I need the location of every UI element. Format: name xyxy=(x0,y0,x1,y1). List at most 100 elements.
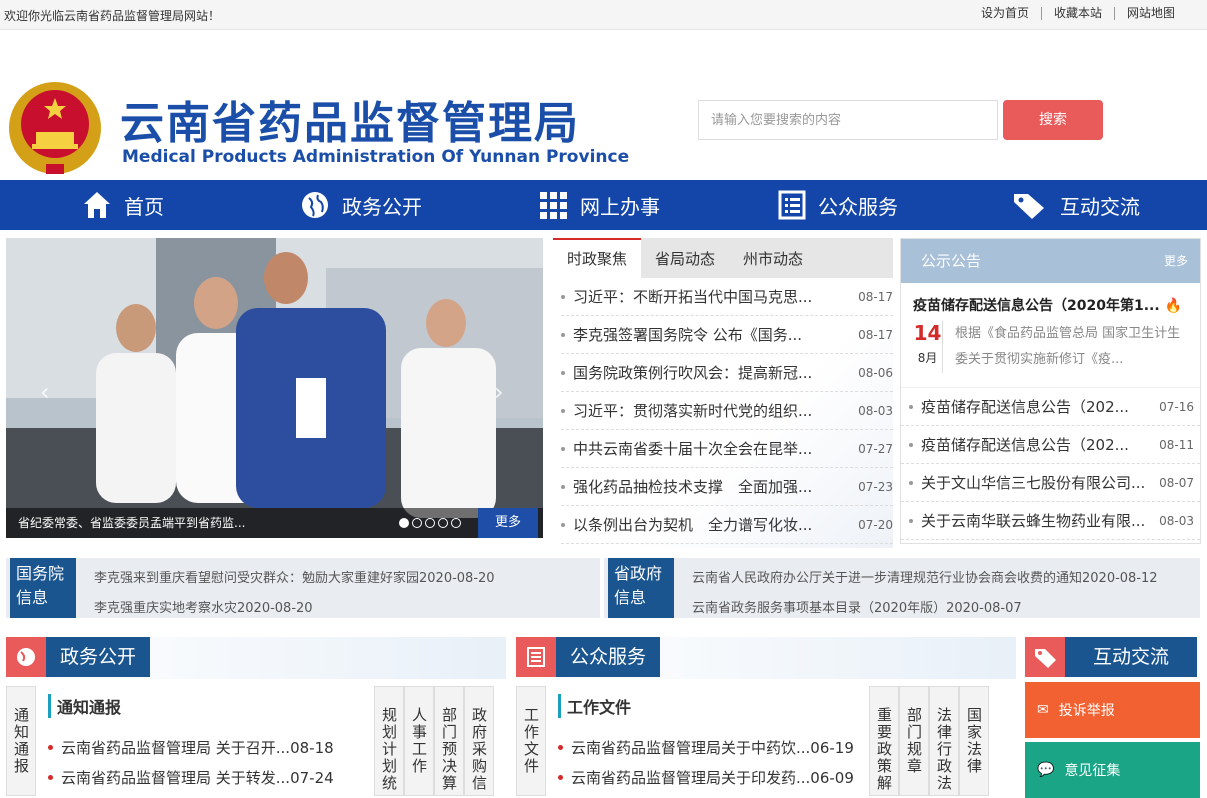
slider-more-button[interactable]: 更多 xyxy=(478,508,538,538)
slider-dot[interactable] xyxy=(425,518,435,528)
public-service-header: 公众服务 xyxy=(516,637,1016,679)
vtab-policy[interactable]: 重要政策解 xyxy=(869,686,899,796)
list-item[interactable]: 疫苗储存配送信息公告（202... 07-16 xyxy=(901,388,1200,426)
notice-summary: 根据《食品药品监管总局 国家卫生计生委关于贯彻实施新修订《疫... xyxy=(955,326,1181,367)
nav-public-service[interactable]: 公众服务 xyxy=(778,180,898,230)
slider-photo xyxy=(6,238,543,538)
gov-affairs-list: 通知通报 云南省药品监督管理局 关于召开...08-18 云南省药品监督管理局 … xyxy=(48,694,368,792)
list-item[interactable]: 中共云南省委十届十次全会在昆举... 07-27 xyxy=(561,430,893,468)
top-bar: 欢迎你光临云南省药品监督管理局网站！ 设为首页 收藏本站 网站地图 xyxy=(0,0,1207,30)
vtab-admin-law[interactable]: 法律行政法 xyxy=(929,686,959,796)
tab-city-news[interactable]: 州市动态 xyxy=(729,238,817,278)
list-item[interactable]: 关于文山华信三七股份有限公司... 08-07 xyxy=(901,464,1200,502)
news-slider[interactable]: ‹ › 省纪委常委、省监委委员孟端平到省药监... 更多 xyxy=(6,238,543,538)
bullet-icon xyxy=(909,404,913,409)
bullet-icon xyxy=(561,370,565,375)
notice-title: 公示公告 xyxy=(921,252,982,270)
list-item[interactable]: 习近平：贯彻落实新时代党的组织... 08-03 xyxy=(561,392,893,430)
slider-prev-icon[interactable]: ‹ xyxy=(40,378,50,406)
vtab-work-files[interactable]: 工作文件 xyxy=(516,686,546,796)
tag-icon xyxy=(1014,194,1044,219)
set-homepage-link[interactable]: 设为首页 xyxy=(969,7,1041,20)
bullet-icon xyxy=(48,774,53,780)
list-item[interactable]: 疫苗储存配送信息公告（202... 08-11 xyxy=(901,426,1200,464)
globe-icon xyxy=(302,192,328,218)
public-service-left-tabs: 工作文件 xyxy=(516,686,546,796)
list-icon xyxy=(778,190,806,220)
bullet-icon xyxy=(561,294,565,299)
info-link[interactable]: 李克强重庆实地考察水灾2020-08-20 xyxy=(94,597,313,616)
notice-featured-title[interactable]: 疫苗储存配送信息公告（2020年第1... 🔥 xyxy=(901,283,1200,315)
provincial-gov-label: 省政府信息 xyxy=(608,558,674,618)
bookmark-link[interactable]: 收藏本站 xyxy=(1040,7,1114,20)
notice-more-link[interactable]: 更多 xyxy=(1164,239,1188,283)
list-item[interactable]: 云南省药品监督管理局 关于召开...08-18 xyxy=(48,732,368,762)
nav-interaction[interactable]: 互动交流 xyxy=(1012,180,1140,230)
bullet-icon xyxy=(909,442,913,447)
list-item[interactable]: 李克强签署国务院令 公布《国务... 08-17 xyxy=(561,316,893,354)
public-service-right-tabs: 重要政策解 部门规章 法律行政法 国家法律 xyxy=(869,686,989,796)
slider-dot[interactable] xyxy=(399,518,409,528)
slider-next-icon[interactable]: › xyxy=(494,378,504,406)
vtab-notices[interactable]: 通知通报 xyxy=(6,686,36,796)
bullet-icon xyxy=(561,522,565,527)
tab-politics-focus[interactable]: 时政聚焦 xyxy=(553,238,642,278)
list-item[interactable]: 云南省药品监督管理局关于印发药...06-09 xyxy=(558,762,863,792)
bullet-icon xyxy=(909,518,913,523)
bullet-icon xyxy=(909,480,913,485)
vtab-personnel[interactable]: 人事工作 xyxy=(404,686,434,796)
nav-home[interactable]: 首页 xyxy=(82,180,164,230)
chat-icon: 💬 xyxy=(1037,762,1055,778)
bullet-icon xyxy=(561,332,565,337)
gov-affairs-header: 政务公开 xyxy=(6,637,506,679)
sitemap-link[interactable]: 网站地图 xyxy=(1113,7,1187,20)
bullet-icon xyxy=(561,446,565,451)
news-list: 习近平：不断开拓当代中国马克思... 08-17 李克强签署国务院令 公布《国务.… xyxy=(553,278,893,544)
notice-panel: 公示公告 更多 疫苗储存配送信息公告（2020年第1... 🔥 14 8月 根据… xyxy=(900,238,1201,544)
top-links: 设为首页 收藏本站 网站地图 xyxy=(969,7,1187,20)
slider-dot[interactable] xyxy=(451,518,461,528)
slider-dot[interactable] xyxy=(438,518,448,528)
search-input[interactable]: 请输入您要搜索的内容 xyxy=(698,100,998,140)
list-item[interactable]: 云南省药品监督管理局关于中药饮...06-19 xyxy=(558,732,863,762)
national-emblem-icon xyxy=(9,82,101,174)
list-item[interactable]: 强化药品抽检技术支撑 全面加强... 07-23 xyxy=(561,468,893,506)
list-item[interactable]: 国务院政策例行吹风会：提高新冠... 08-06 xyxy=(561,354,893,392)
list-icon xyxy=(516,637,556,677)
bullet-icon xyxy=(48,744,53,750)
public-service-title[interactable]: 公众服务 xyxy=(556,637,661,677)
nav-online-service[interactable]: 网上办事 xyxy=(538,180,660,230)
nav-gov-affairs[interactable]: 政务公开 xyxy=(300,180,422,230)
gov-affairs-right-tabs: 规划计划统 人事工作 部门预决算 政府采购信 xyxy=(374,686,494,796)
list-item[interactable]: 云南省药品监督管理局 关于转发...07-24 xyxy=(48,762,368,792)
vtab-procurement[interactable]: 政府采购信 xyxy=(464,686,494,796)
sub-title: 工作文件 xyxy=(558,694,863,718)
complaint-button[interactable]: ✉ 投诉举报 xyxy=(1025,682,1200,738)
tab-bureau-news[interactable]: 省局动态 xyxy=(641,238,729,278)
search-button[interactable]: 搜索 xyxy=(1003,100,1103,140)
home-icon xyxy=(84,192,110,218)
bullet-icon xyxy=(558,744,563,750)
slider-dot[interactable] xyxy=(412,518,422,528)
interaction-header: 互动交流 xyxy=(1025,637,1197,677)
interaction-title[interactable]: 互动交流 xyxy=(1065,637,1197,677)
vtab-budget[interactable]: 部门预决算 xyxy=(434,686,464,796)
vtab-national-law[interactable]: 国家法律 xyxy=(959,686,989,796)
vtab-planning[interactable]: 规划计划统 xyxy=(374,686,404,796)
vtab-regulations[interactable]: 部门规章 xyxy=(899,686,929,796)
notice-date: 14 8月 xyxy=(913,321,944,373)
list-item[interactable]: 习近平：不断开拓当代中国马克思... 08-17 xyxy=(561,278,893,316)
globe-icon xyxy=(6,637,46,677)
info-link[interactable]: 云南省政务服务事项基本目录（2020年版）2020-08-07 xyxy=(692,597,1022,616)
list-item[interactable]: 以条例出台为契机 全力谱写化妆... 07-20 xyxy=(561,506,893,544)
gov-affairs-title[interactable]: 政务公开 xyxy=(46,637,151,677)
welcome-text: 欢迎你光临云南省药品监督管理局网站！ xyxy=(4,9,221,23)
feedback-button[interactable]: 💬 意见征集 xyxy=(1025,742,1200,798)
mail-icon: ✉ xyxy=(1037,702,1049,718)
bullet-icon xyxy=(561,484,565,489)
main-nav: 首页 政务公开 网上办事 公众服务 互动交流 xyxy=(0,180,1207,230)
info-link[interactable]: 李克强来到重庆看望慰问受灾群众：勉励大家重建好家园2020-08-20 xyxy=(94,567,495,586)
list-item[interactable]: 关于云南华联云蜂生物药业有限... 08-03 xyxy=(901,502,1200,540)
info-link[interactable]: 云南省人民政府办公厅关于进一步清理规范行业协会商会收费的通知2020-08-12 xyxy=(692,567,1158,586)
notice-featured[interactable]: 14 8月 根据《食品药品监管总局 国家卫生计生委关于贯彻实施新修订《疫... xyxy=(901,315,1200,373)
